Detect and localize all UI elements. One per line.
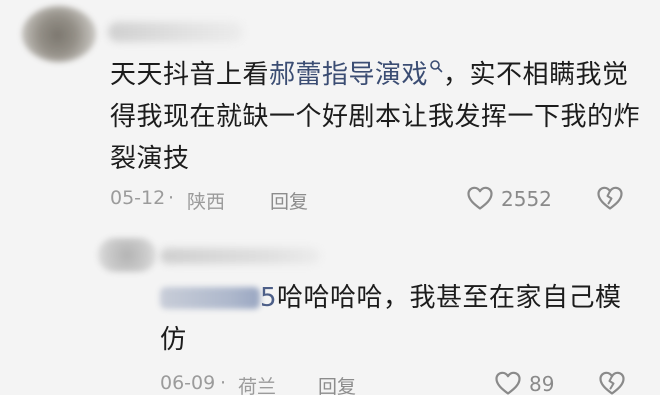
meta-separator: · — [220, 372, 227, 394]
meta-separator: · — [168, 187, 175, 209]
reply-button[interactable]: 回复 — [318, 372, 356, 395]
username-blurred[interactable] — [108, 22, 243, 42]
reply-meta: 06-09 · 荷兰 回复 89 — [160, 371, 640, 395]
reply-avatar[interactable] — [98, 238, 156, 272]
comment-text-before: 天天抖音上看 — [110, 60, 270, 90]
search-icon[interactable] — [429, 59, 443, 73]
heart-icon[interactable] — [493, 368, 523, 395]
reply-username-blurred[interactable] — [160, 248, 320, 264]
reply-location: 荷兰 — [238, 376, 277, 395]
comment-date: 05-12 — [110, 187, 166, 209]
comment-thread: 天天抖音上看郝蕾指导演戏 ，实不相瞒我觉得我现在就缺一个好剧本让我发挥一下我的炸裂… — [0, 0, 660, 395]
like-count: 89 — [529, 372, 555, 395]
reply-date: 06-09 — [160, 372, 216, 394]
comment-text: 天天抖音上看郝蕾指导演戏 ，实不相瞒我觉得我现在就缺一个好剧本让我发挥一下我的炸裂… — [110, 54, 640, 180]
topic-link[interactable]: 郝蕾指导演戏 — [269, 60, 443, 90]
comment-location: 陕西 — [187, 191, 226, 213]
reply-mention[interactable]: 5 — [160, 283, 277, 313]
heart-icon[interactable] — [465, 183, 495, 213]
avatar[interactable] — [22, 6, 96, 62]
comment-meta: 05-12 · 陕西 回复 2552 — [110, 186, 640, 217]
topic-link-label[interactable]: 郝蕾指导演戏 — [269, 60, 428, 90]
reply-text: 5哈哈哈哈，我甚至在家自己模仿 — [160, 277, 640, 361]
like-count: 2552 — [501, 187, 552, 211]
broken-heart-icon[interactable] — [595, 183, 625, 213]
reply-button[interactable]: 回复 — [270, 187, 308, 214]
broken-heart-icon[interactable] — [597, 368, 627, 395]
